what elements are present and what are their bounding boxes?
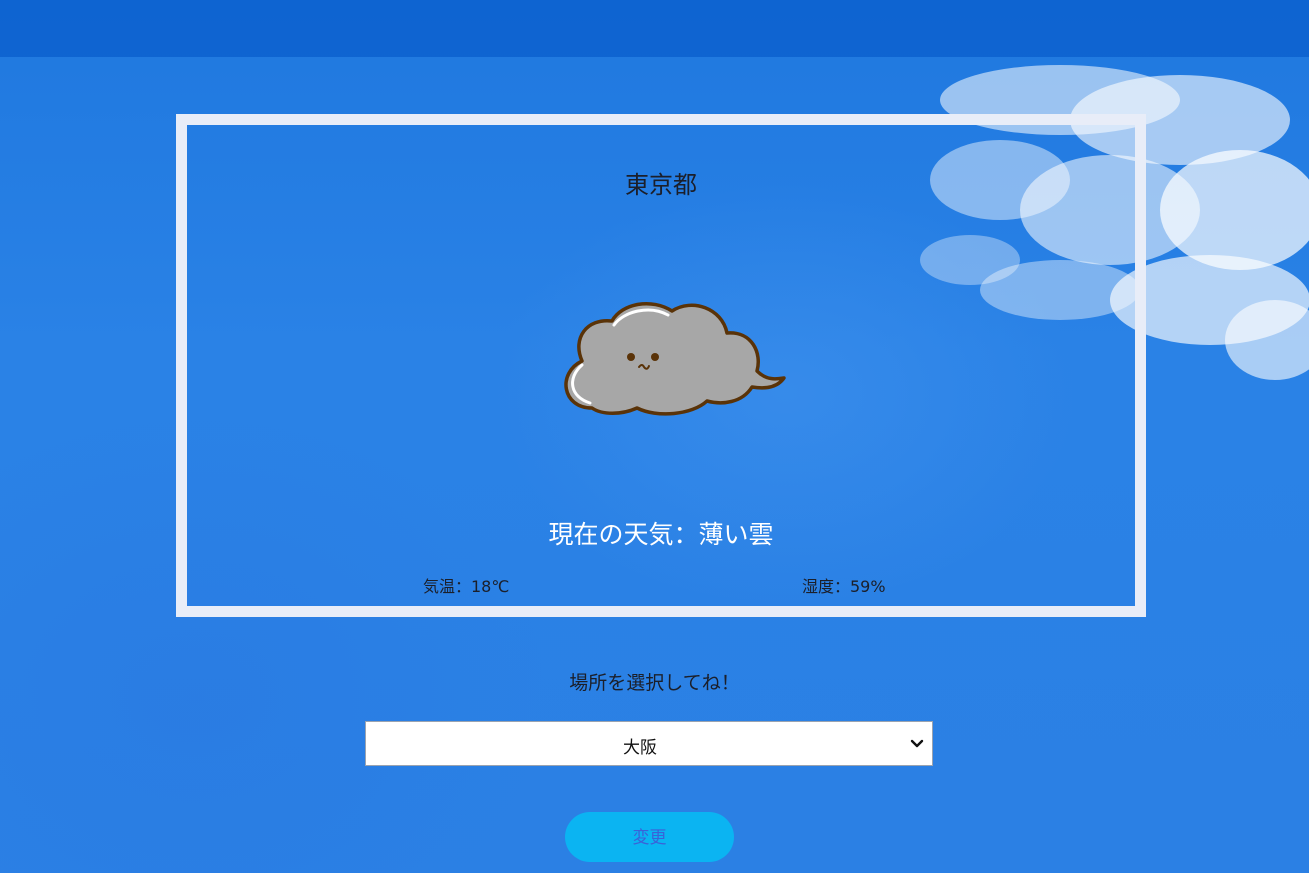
location-select-label: 場所を選択してね！ [569, 672, 740, 694]
location-select[interactable]: 大阪 [365, 721, 933, 766]
weather-description: 現在の天気：薄い雲 [548, 520, 774, 549]
cloud-character-icon [564, 302, 786, 416]
chevron-down-icon [910, 739, 924, 748]
header-bar [0, 0, 1309, 57]
city-name: 東京都 [625, 171, 697, 199]
change-button[interactable]: 変更 [565, 812, 734, 862]
location-selected-value: 大阪 [623, 738, 657, 758]
weather-card: 東京都 現在の天気：薄い雲 気温：18℃ 湿度：59% [176, 114, 1146, 617]
humidity-value: 湿度：59% [802, 577, 886, 596]
weather-stats: 気温：18℃ 湿度：59% [423, 573, 923, 597]
temperature-value: 気温：18℃ [423, 577, 510, 596]
